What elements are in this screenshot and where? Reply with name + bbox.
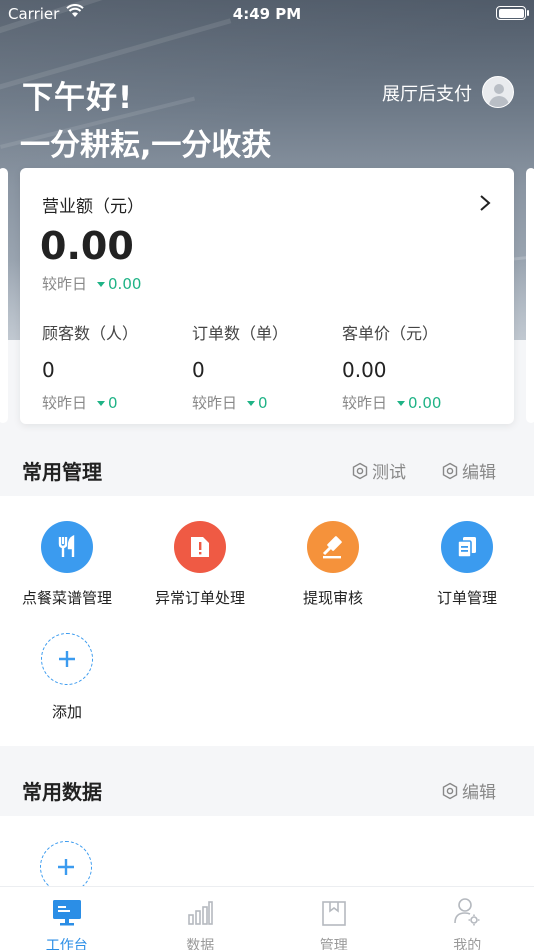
stat-label: 订单数（单） [192, 324, 289, 343]
common-management-panel: 点餐菜谱管理 异常订单处理 提现审核 订单管理 添加 [0, 496, 534, 746]
slogan-text: 一分耕耘,一分收获 [20, 128, 272, 163]
tab-label: 我的 [453, 938, 482, 950]
stat-label: 顾客数（人） [42, 324, 139, 343]
down-arrow-icon [97, 401, 106, 406]
carousel-next-card[interactable] [526, 168, 534, 423]
section-title: 常用数据 [22, 780, 102, 804]
down-arrow-icon [247, 401, 256, 406]
tool-label: 点餐菜谱管理 [21, 589, 112, 607]
tool-withdraw-review[interactable]: 提现审核 [266, 521, 400, 608]
avatar[interactable] [482, 76, 514, 108]
status-time: 4:49 PM [232, 5, 302, 23]
alert-document-icon [174, 521, 226, 573]
compare-delta: 0 [258, 394, 268, 412]
stat-value: 0.00 [342, 358, 387, 382]
add-data-button[interactable] [40, 841, 92, 888]
chevron-right-icon[interactable] [478, 194, 492, 212]
down-arrow-icon [397, 401, 406, 406]
revenue-compare: 较昨日 0.00 [42, 273, 141, 294]
clipboard-icon [321, 901, 346, 926]
tab-mine[interactable]: 我的 [401, 887, 534, 950]
status-bar: Carrier 4:49 PM [0, 0, 534, 28]
add-label: 添加 [51, 703, 82, 721]
tool-order-management[interactable]: 订单管理 [400, 521, 534, 608]
bar-chart-icon [188, 901, 214, 925]
pay-mode-label[interactable]: 展厅后支付 [382, 80, 472, 106]
revenue-label: 营业额（元） [42, 197, 144, 217]
plus-icon [40, 841, 92, 888]
tool-abnormal-orders[interactable]: 异常订单处理 [133, 521, 267, 608]
edit-label: 编辑 [462, 463, 496, 483]
tool-menu-management[interactable]: 点餐菜谱管理 [0, 521, 134, 608]
carousel-prev-card[interactable] [0, 168, 8, 423]
stat-avg-price: 客单价（元） 0.00 较昨日 0.00 [342, 320, 441, 413]
gavel-icon [307, 521, 359, 573]
hexagon-icon [442, 782, 458, 799]
compare-delta: 0.00 [108, 275, 142, 293]
tab-workbench[interactable]: 工作台 [0, 887, 134, 950]
tab-label: 工作台 [45, 938, 88, 950]
compare-label: 较昨日 [42, 275, 88, 293]
hexagon-icon [352, 462, 368, 479]
test-button[interactable]: 测试 [351, 458, 406, 483]
compare-label: 较昨日 [192, 394, 238, 412]
edit-label: 编辑 [462, 783, 496, 803]
compare-delta: 0.00 [408, 394, 442, 412]
revenue-card[interactable]: 营业额（元） 0.00 较昨日 0.00 顾客数（人） 0 较昨日 0 订单数（单）… [20, 168, 514, 424]
tab-label: 数据 [186, 938, 215, 950]
greeting-text: 下午好! [22, 80, 134, 116]
tool-label: 提现审核 [302, 589, 363, 607]
hexagon-icon [442, 462, 458, 479]
plus-icon [41, 633, 93, 685]
test-label: 测试 [372, 463, 406, 483]
down-arrow-icon [97, 282, 106, 287]
common-data-panel [0, 816, 534, 888]
compare-label: 较昨日 [342, 394, 388, 412]
add-tool-button[interactable]: 添加 [0, 633, 134, 722]
common-data-header: 常用数据 编辑 [0, 752, 534, 816]
tab-data[interactable]: 数据 [134, 887, 268, 950]
tab-label: 管理 [319, 938, 348, 950]
stat-value: 0 [42, 358, 55, 382]
tool-label: 异常订单处理 [154, 589, 245, 607]
compare-label: 较昨日 [42, 394, 88, 412]
compare-delta: 0 [108, 394, 118, 412]
monitor-icon [52, 900, 81, 926]
common-management-header: 常用管理 测试 编辑 [0, 432, 534, 502]
section-title: 常用管理 [22, 460, 102, 484]
tab-bar: 工作台 数据 管理 我的 [0, 886, 534, 950]
user-settings-icon [454, 898, 480, 926]
stat-label: 客单价（元） [342, 324, 439, 343]
edit-button[interactable]: 编辑 [441, 778, 496, 803]
stat-orders: 订单数（单） 0 较昨日 0 [192, 320, 288, 413]
stat-value: 0 [192, 358, 205, 382]
tab-management[interactable]: 管理 [267, 887, 401, 950]
battery-icon [496, 6, 529, 20]
tool-label: 订单管理 [436, 589, 497, 607]
revenue-value: 0.00 [40, 224, 134, 268]
documents-icon [441, 521, 493, 573]
edit-button[interactable]: 编辑 [441, 458, 496, 483]
fork-knife-icon [41, 521, 93, 573]
stat-customers: 顾客数（人） 0 较昨日 0 [42, 320, 138, 413]
